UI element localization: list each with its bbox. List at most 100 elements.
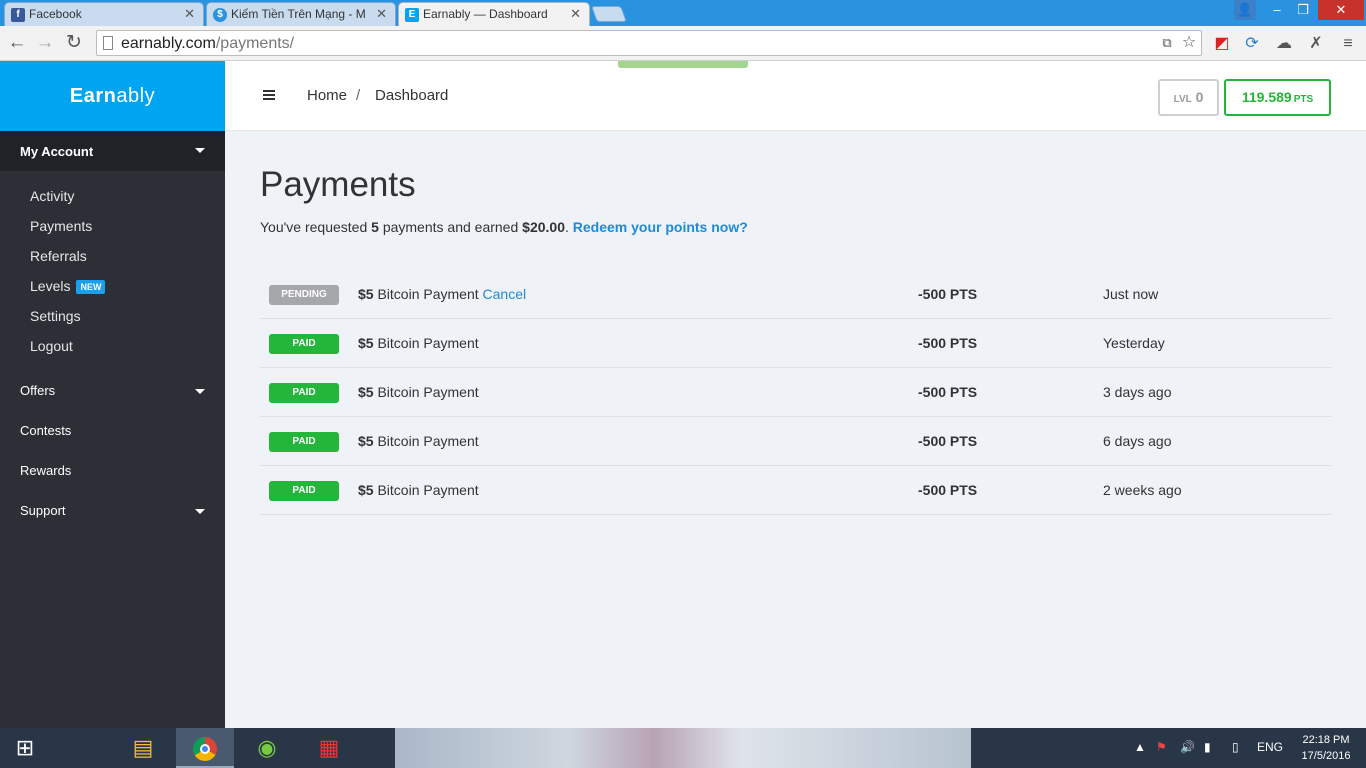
payment-time: 2 weeks ago [1103, 482, 1182, 498]
payment-points: -500 PTS [918, 335, 978, 351]
input-language[interactable]: ENG [1257, 740, 1283, 754]
redeem-link[interactable]: Redeem your points now? [573, 219, 748, 235]
table-row: PAID $5 Bitcoin Payment -500 PTS 3 days … [260, 368, 1331, 417]
cloud-icon[interactable]: ☁ [1274, 34, 1294, 54]
action-center-icon[interactable]: ⚑ [1156, 740, 1167, 754]
address-bar[interactable]: earnably.com/payments/ ⧉ ☆ [96, 30, 1202, 56]
payment-type: Bitcoin Payment [373, 433, 479, 449]
sidebar-section-contests[interactable]: Contests [0, 411, 225, 451]
level-label: LVL [1173, 94, 1192, 105]
restore-button[interactable]: ❐ [1290, 0, 1316, 20]
summary-pre: You've requested [260, 219, 372, 235]
summary-amount: $20.00 [522, 219, 565, 235]
table-row: PENDING $5 Bitcoin Payment Cancel -500 P… [260, 270, 1331, 319]
browser-tab-strip: f Facebook ✕ $ Kiếm Tiền Trên Mạng - M ✕… [0, 0, 1366, 26]
windows-start-icon[interactable]: ⊞ [0, 728, 50, 768]
notification-strip [618, 61, 748, 68]
file-explorer-icon[interactable]: ▤ [114, 728, 172, 768]
apple-app-icon[interactable] [52, 728, 110, 768]
tab-facebook[interactable]: f Facebook ✕ [4, 2, 204, 26]
url-text: earnably.com/payments/ [121, 35, 294, 53]
tab-title: Earnably — Dashboard [423, 7, 548, 21]
main-content: Payments You've requested 5 payments and… [225, 131, 1366, 728]
summary-count: 5 [371, 219, 379, 235]
sidebar-section-rewards[interactable]: Rewards [0, 451, 225, 491]
payment-amount: $5 [358, 286, 374, 302]
brand-earn: Earn [69, 85, 117, 107]
support-label: Support [20, 503, 66, 518]
close-tab-icon[interactable]: ✕ [184, 6, 195, 22]
tab-earnably[interactable]: E Earnably — Dashboard ✕ [398, 2, 590, 26]
payment-time: Yesterday [1103, 335, 1165, 351]
sync-extension-icon[interactable]: ⟳ [1242, 34, 1262, 54]
close-tab-icon[interactable]: ✕ [376, 6, 387, 22]
payment-time: 6 days ago [1103, 433, 1172, 449]
offers-label: Offers [20, 383, 56, 398]
status-badge: PAID [269, 432, 339, 452]
clock-date: 17/5/2016 [1301, 750, 1351, 762]
new-tab-button[interactable] [591, 6, 627, 22]
close-window-button[interactable]: ✕ [1318, 0, 1364, 20]
unikey-icon[interactable]: ▦ [300, 728, 358, 768]
breadcrumb-home[interactable]: Home [307, 87, 347, 104]
payment-points: -500 PTS [918, 433, 978, 449]
tab-title: Kiếm Tiền Trên Mạng - M [231, 7, 366, 21]
page-title: Payments [260, 165, 416, 204]
payment-points: -500 PTS [918, 482, 978, 498]
coccoc-browser-icon[interactable]: ◉ [238, 728, 296, 768]
desktop-wallpaper-strip [395, 728, 971, 768]
sidebar: Earnably My Account Activity Payments Re… [0, 61, 225, 728]
translate-icon[interactable]: ⧉ [1157, 33, 1177, 53]
new-badge: NEW [76, 280, 106, 295]
dollar-favicon-icon: $ [213, 8, 227, 22]
x-extension-icon[interactable]: ✗ [1306, 34, 1326, 54]
url-host: earnably.com [121, 35, 216, 52]
level-badge[interactable]: LVL 0 [1158, 79, 1219, 116]
extension-icon[interactable]: ◩ [1212, 34, 1232, 54]
system-clock[interactable]: 22:18 PM 17/5/2016 [1296, 732, 1356, 764]
tab-title: Facebook [29, 7, 82, 21]
sidebar-section-support[interactable]: Support [0, 491, 225, 531]
sidebar-item-referrals[interactable]: Referrals [0, 241, 225, 271]
sidebar-item-logout[interactable]: Logout [0, 331, 225, 361]
page-icon [103, 36, 113, 50]
chrome-icon[interactable] [176, 728, 234, 768]
close-tab-icon[interactable]: ✕ [570, 6, 581, 22]
sidebar-my-account[interactable]: My Account [0, 131, 225, 171]
payment-type: Bitcoin Payment [373, 482, 479, 498]
levels-label: Levels [30, 278, 71, 294]
sidebar-item-payments[interactable]: Payments [0, 211, 225, 241]
status-badge: PENDING [269, 285, 339, 305]
cancel-link[interactable]: Cancel [483, 286, 527, 302]
status-badge: PAID [269, 383, 339, 403]
sidebar-item-settings[interactable]: Settings [0, 301, 225, 331]
bookmark-star-icon[interactable]: ☆ [1179, 33, 1199, 53]
clock-time: 22:18 PM [1302, 734, 1350, 746]
hamburger-menu-icon[interactable] [263, 90, 275, 100]
minimize-button[interactable]: – [1264, 0, 1290, 20]
browser-toolbar: ← → ↻ earnably.com/payments/ ⧉ ☆ ◩ ⟳ ☁ ✗… [0, 26, 1366, 61]
status-badge: PAID [269, 334, 339, 354]
back-arrow-icon[interactable]: ← [6, 32, 28, 54]
points-badge[interactable]: 119.589 PTS [1224, 79, 1331, 116]
menu-icon[interactable]: ≡ [1338, 34, 1358, 54]
reload-icon[interactable]: ↻ [63, 32, 85, 54]
volume-icon[interactable]: 🔊 [1180, 740, 1195, 754]
taskbar: ⊞ ▤ ◉ ▦ ▲ ⚑ 🔊 ▮ ▯ ENG 22:18 PM 17/5/2016 [0, 728, 1366, 768]
forward-arrow-icon[interactable]: → [34, 32, 56, 54]
brand-ably: ably [116, 85, 156, 107]
payment-time: Just now [1103, 286, 1159, 302]
brand-logo[interactable]: Earnably [0, 61, 225, 131]
payment-description: $5 Bitcoin Payment Cancel [358, 286, 526, 302]
tray-expand-icon[interactable]: ▲ [1134, 740, 1146, 754]
network-icon[interactable]: ▮ [1204, 740, 1211, 754]
sidebar-item-levels[interactable]: Levels NEW [0, 271, 225, 301]
tab-kiem-tien[interactable]: $ Kiếm Tiền Trên Mạng - M ✕ [206, 2, 396, 26]
profile-icon[interactable]: 👤 [1234, 0, 1256, 20]
battery-icon[interactable]: ▯ [1232, 740, 1239, 754]
sidebar-item-activity[interactable]: Activity [0, 181, 225, 211]
payment-points: -500 PTS [918, 286, 978, 302]
payment-description: $5 Bitcoin Payment [358, 384, 479, 400]
sidebar-section-offers[interactable]: Offers [0, 371, 225, 411]
status-badge: PAID [269, 481, 339, 501]
